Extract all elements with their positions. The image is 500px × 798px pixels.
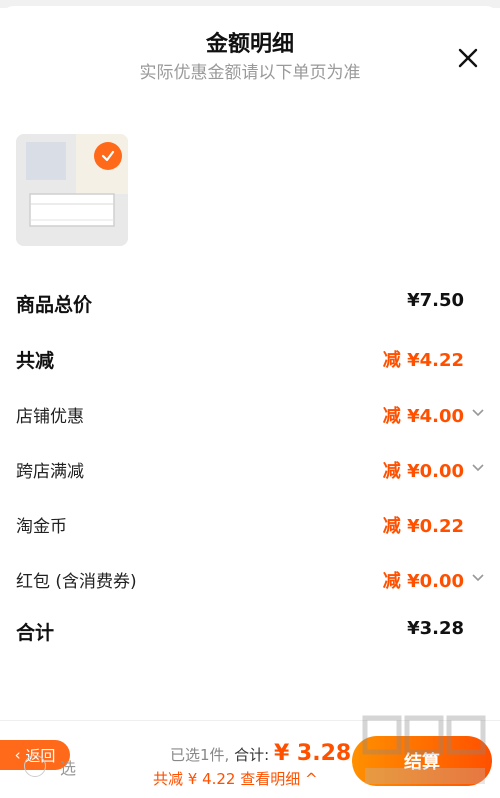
row-shop-discount[interactable]: 店铺优惠 减 ¥4.00 [16, 402, 486, 436]
row-value: ¥7.50 [407, 290, 464, 311]
row-label: 跨店满减 [16, 462, 84, 482]
sheet-subtitle: 实际优惠金额请以下单页为准 [139, 63, 361, 83]
row-cross-store[interactable]: 跨店满减 减 ¥0.00 [16, 457, 486, 491]
row-label: 商品总价 [16, 294, 93, 316]
row-value: 减 ¥0.00 [382, 571, 464, 592]
view-details-link[interactable]: 查看明细 ^ [240, 770, 317, 788]
chevron-down-icon[interactable] [470, 404, 486, 420]
row-label: 共减 [16, 350, 55, 372]
watermark-logo [355, 712, 495, 792]
selected-count: 已选1件, [170, 746, 230, 764]
row-red-packet[interactable]: 红包 (含消费券) 减 ¥0.00 [16, 567, 486, 601]
row-value: 减 ¥0.22 [382, 516, 464, 537]
close-icon[interactable] [452, 42, 484, 74]
row-total-reduction: 共减 减 ¥4.22 [16, 346, 486, 380]
select-all-checkbox[interactable] [24, 755, 46, 777]
row-label: 店铺优惠 [16, 407, 84, 427]
chevron-down-icon[interactable] [470, 569, 486, 585]
total-label: 合计: [234, 746, 270, 764]
row-value: 减 ¥4.00 [382, 406, 464, 427]
row-value: 减 ¥0.00 [382, 461, 464, 482]
row-value: 减 ¥4.22 [382, 350, 464, 371]
total-amount: ¥ 3.28 [273, 741, 352, 766]
amount-detail-sheet: 金额明细 实际优惠金额请以下单页为准 商品总价 ¥7.50 共减 减 ¥4.22 [0, 6, 500, 798]
row-value: ¥3.28 [407, 618, 464, 639]
selected-summary: 已选1件, 合计: ¥ 3.28 [170, 741, 351, 766]
row-label: 合计 [16, 622, 55, 644]
row-taojinbi: 淘金币 减 ¥0.22 [16, 512, 486, 546]
reduction-amount: 共减 ¥ 4.22 [153, 770, 236, 788]
row-label: 红包 (含消费券) [16, 572, 137, 592]
row-goods-total: 商品总价 ¥7.50 [16, 290, 486, 324]
row-grand-total: 合计 ¥3.28 [16, 618, 486, 652]
chevron-down-icon[interactable] [470, 459, 486, 475]
row-label: 淘金币 [16, 517, 67, 537]
product-thumbnail[interactable] [16, 134, 128, 246]
selected-check-icon[interactable] [94, 142, 122, 170]
reduction-summary[interactable]: 共减 ¥ 4.22 查看明细 ^ [153, 768, 318, 789]
select-all-label[interactable]: 选 [60, 755, 76, 779]
sheet-title: 金额明细 [205, 32, 294, 57]
